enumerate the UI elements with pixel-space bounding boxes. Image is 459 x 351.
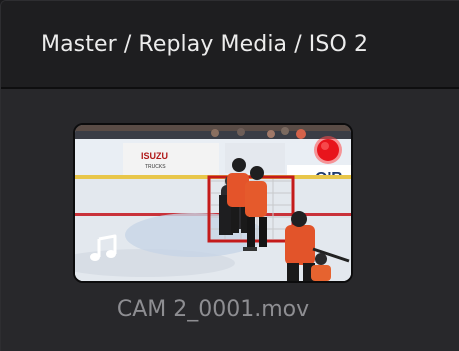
bin-breadcrumb[interactable]: Master / Replay Media / ISO 2 (41, 23, 368, 67)
svg-text:TRUCKS: TRUCKS (145, 164, 166, 170)
clip-tile[interactable]: ISUZU TRUCKS O'B (73, 123, 353, 285)
record-indicator-icon (314, 136, 342, 164)
media-pool-window: Master / Replay Media / ISO 2 ISUZU TRUC… (0, 0, 459, 351)
clip-name-label[interactable]: CAM 2_0001.mov (73, 297, 353, 322)
audio-note-icon (90, 234, 117, 261)
bin-header: Master / Replay Media / ISO 2 (1, 1, 459, 87)
svg-text:ISUZU: ISUZU (141, 151, 168, 161)
clip-thumbnail[interactable]: ISUZU TRUCKS O'B (73, 123, 353, 283)
